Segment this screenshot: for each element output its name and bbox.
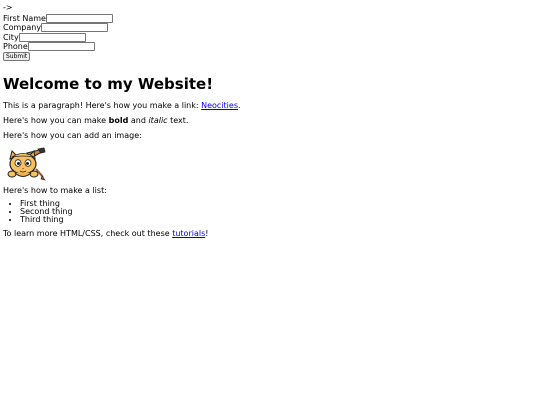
- page-heading: Welcome to my Website!: [3, 75, 214, 93]
- bold-text: bold: [108, 116, 129, 125]
- formatting-after: text.: [167, 116, 189, 125]
- tutorials-link[interactable]: tutorials: [172, 229, 205, 238]
- phone-field[interactable]: [27, 42, 95, 51]
- neocities-link[interactable]: Neocities: [201, 101, 238, 110]
- form-row-company: Company: [3, 23, 540, 32]
- contact-form: First Name Company City Phone Submit: [3, 13, 540, 61]
- first-name-field[interactable]: [45, 13, 113, 23]
- list-item: Second thing: [20, 208, 540, 216]
- paragraph-link-end: .: [238, 101, 241, 110]
- example-list: First thing Second thing Third thing: [3, 200, 540, 224]
- page-body: -> First Name Company City Phone Submit …: [0, 0, 540, 239]
- list-item: First thing: [20, 200, 540, 208]
- italic-text: italic: [148, 116, 168, 125]
- paragraph-link-text: This is a paragraph! Here's how you make…: [3, 101, 202, 110]
- submit-button[interactable]: Submit: [3, 52, 31, 61]
- form-row-first-name: First Name: [3, 13, 540, 23]
- paragraph-tutorials: To learn more HTML/CSS, check out these …: [3, 229, 540, 239]
- form-row-phone: Phone: [3, 42, 540, 51]
- formatting-middle: and: [128, 116, 149, 125]
- tutorials-after: !: [205, 229, 209, 238]
- stray-text: ->: [3, 3, 13, 12]
- paragraph-formatting: Here's how you can make bold and italic …: [3, 116, 540, 126]
- formatting-before: Here's how you can make: [3, 116, 109, 125]
- list-item: Third thing: [20, 216, 540, 224]
- tutorials-before: To learn more HTML/CSS, check out these: [3, 229, 173, 238]
- phone-label: Phone: [3, 42, 28, 51]
- neocities-cat-mascot-icon: [3, 147, 47, 181]
- paragraph-link: This is a paragraph! Here's how you make…: [3, 101, 540, 111]
- city-label: City: [3, 32, 19, 42]
- paragraph-image: Here's how you can add an image:: [3, 131, 142, 140]
- form-row-city: City: [3, 32, 540, 42]
- company-label: Company: [3, 23, 42, 32]
- first-name-label: First Name: [3, 13, 46, 23]
- paragraph-list-intro: Here's how to make a list:: [3, 186, 107, 195]
- city-field[interactable]: [18, 32, 86, 42]
- company-field[interactable]: [41, 23, 109, 32]
